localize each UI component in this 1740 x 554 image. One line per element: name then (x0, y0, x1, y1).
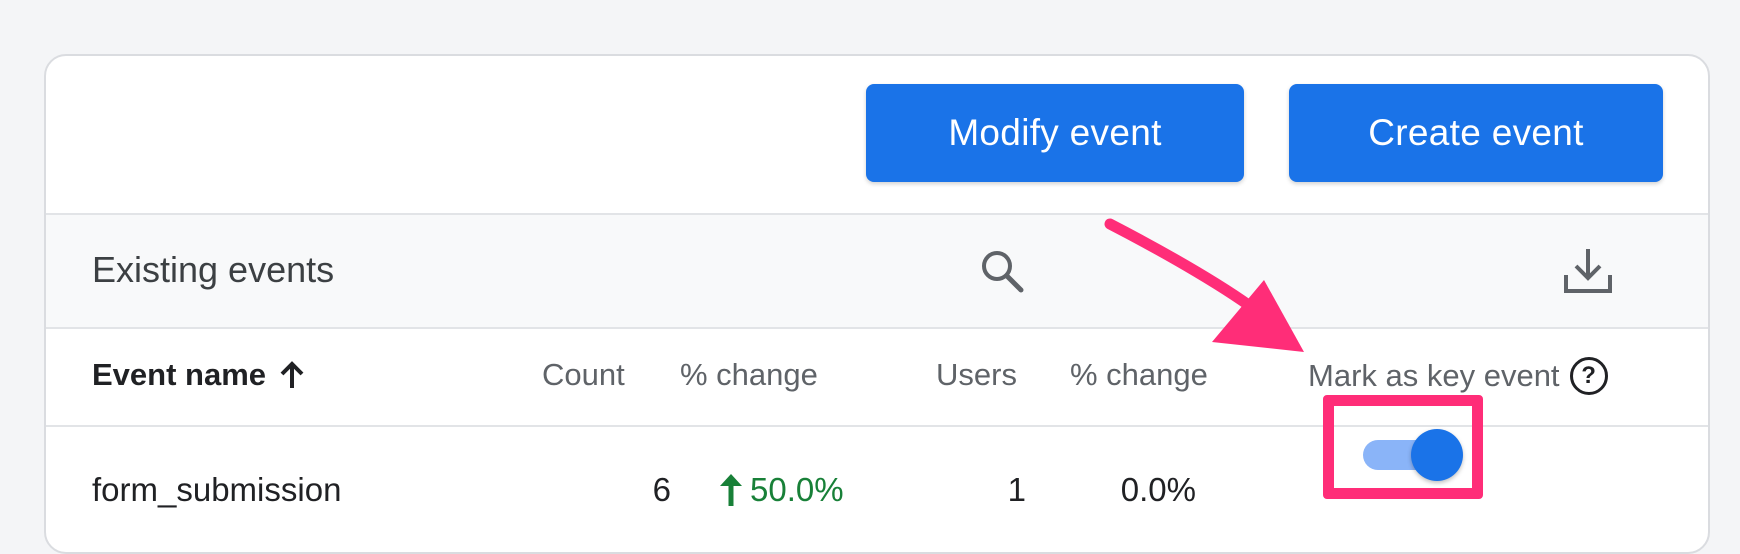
event-name-cell: form_submission (92, 471, 342, 508)
up-arrow-icon (720, 474, 742, 506)
column-header-event-name-label: Event name (92, 357, 267, 392)
download-icon[interactable] (1560, 243, 1616, 299)
column-header-users[interactable]: Users (936, 357, 1017, 393)
users-change-cell: 0.0% (1120, 471, 1196, 508)
column-header-count-change[interactable]: % change (680, 357, 818, 393)
column-header-event-name[interactable]: Event name (92, 357, 306, 393)
modify-event-button[interactable]: Modify event (866, 84, 1244, 182)
column-header-mark-key-event: Mark as key event ? (1308, 357, 1608, 395)
count-change-value: 50.0% (750, 471, 844, 508)
help-icon[interactable]: ? (1569, 357, 1608, 395)
search-icon[interactable] (976, 245, 1028, 297)
column-header-count[interactable]: Count (542, 357, 625, 393)
users-cell: 1 (1007, 471, 1026, 508)
column-header-users-change[interactable]: % change (1070, 357, 1208, 393)
count-cell: 6 (652, 471, 671, 508)
column-header-mark-key-event-label: Mark as key event (1308, 358, 1560, 393)
highlight-annotation-box (1323, 395, 1483, 499)
sort-ascending-icon (280, 361, 304, 388)
create-event-button[interactable]: Create event (1289, 84, 1663, 182)
table-title: Existing events (92, 249, 335, 290)
table-toolbar: Existing events (46, 213, 1708, 329)
count-change-cell: 50.0% (718, 471, 844, 509)
